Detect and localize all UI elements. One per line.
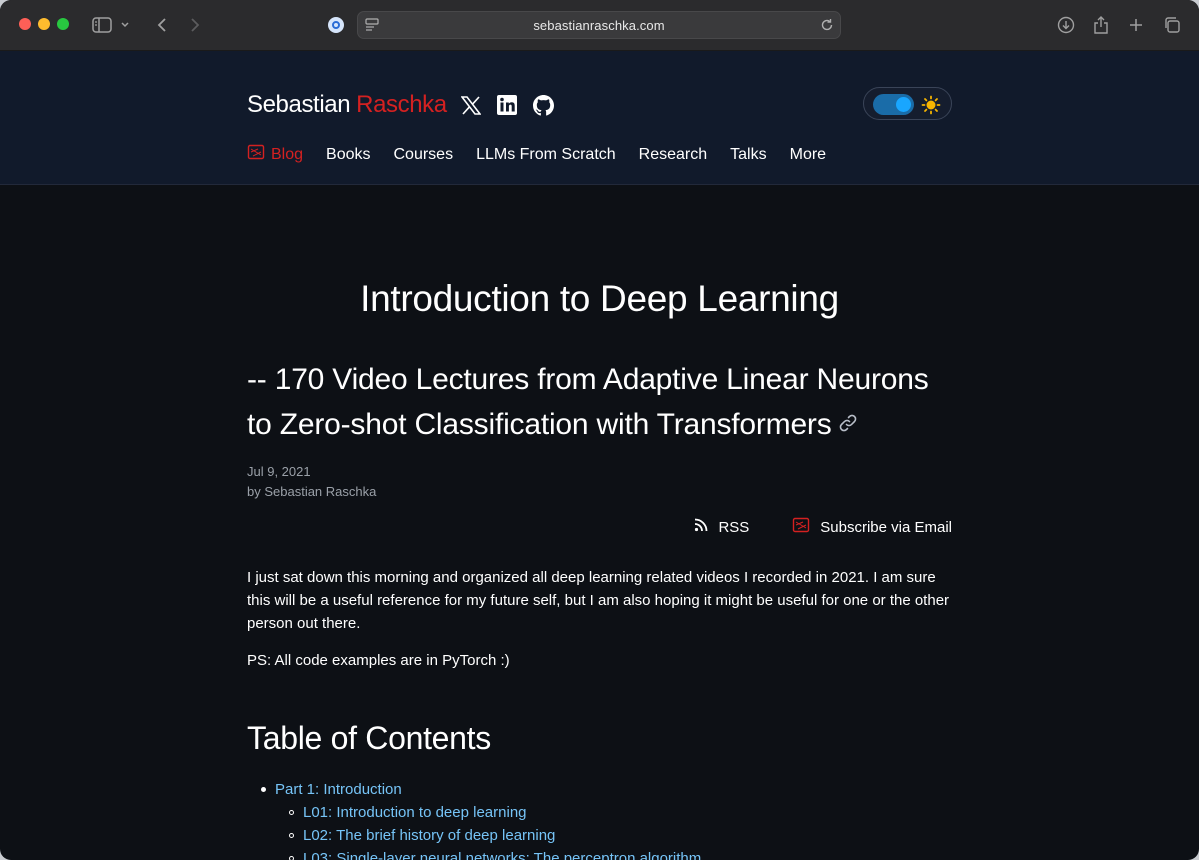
password-manager-icon[interactable] — [328, 17, 344, 33]
toc-link-part-1[interactable]: Part 1: Introduction — [275, 781, 402, 798]
downloads-icon[interactable] — [1054, 13, 1078, 37]
x-icon[interactable] — [460, 94, 482, 116]
toc-link-l02[interactable]: L02: The brief history of deep learning — [303, 827, 555, 844]
ps-paragraph: PS: All code examples are in PyTorch :) — [247, 652, 510, 669]
back-icon[interactable] — [150, 13, 174, 37]
linkedin-icon[interactable] — [496, 94, 518, 116]
post-date: Jul 9, 2021 — [247, 464, 311, 479]
post-meta: Jul 9, 2021 by Sebastian Raschka — [247, 462, 376, 502]
table-of-contents: Part 1: Introduction L01: Introduction t… — [261, 778, 701, 860]
nav-item-llms-from-scratch[interactable]: LLMs From Scratch — [476, 146, 616, 164]
share-icon[interactable] — [1089, 13, 1113, 37]
main-nav: Blog Books Courses LLMs From Scratch Res… — [247, 143, 849, 166]
post-author: by Sebastian Raschka — [247, 484, 377, 499]
theme-toggle[interactable] — [863, 87, 952, 120]
browser-window: sebastianraschka.com Sebastian Raschka B… — [0, 0, 1199, 860]
nav-item-label: Blog — [271, 145, 304, 163]
toc-item: L01: Introduction to deep learning — [289, 801, 701, 824]
reload-icon[interactable] — [820, 18, 834, 37]
tab-overview-icon[interactable] — [1160, 13, 1184, 37]
url-text: sebastianraschka.com — [533, 18, 665, 33]
newsletter-icon — [792, 516, 810, 538]
nav-item-research[interactable]: Research — [639, 146, 707, 164]
subscribe-email-link[interactable]: Subscribe via Email — [792, 516, 952, 538]
rss-icon — [694, 518, 708, 536]
sun-icon — [921, 95, 941, 115]
browser-toolbar: sebastianraschka.com — [0, 0, 1199, 51]
site-brand[interactable]: Sebastian Raschka — [247, 91, 447, 119]
page-title: Introduction to Deep Learning — [360, 278, 839, 319]
rss-label: RSS — [718, 518, 750, 536]
toc-item: Part 1: Introduction — [261, 778, 701, 801]
sidebar-toggle-icon[interactable] — [90, 13, 114, 37]
nav-item-talks[interactable]: Talks — [730, 146, 766, 164]
intro-paragraph: I just sat down this morning and organiz… — [247, 569, 950, 632]
toc-link-l03[interactable]: L03: Single-layer neural networks: The p… — [303, 850, 701, 860]
rss-link[interactable]: RSS — [694, 518, 749, 536]
subtitle-text: -- 170 Video Lectures from Adaptive Line… — [247, 363, 929, 441]
link-icon[interactable] — [838, 401, 858, 446]
nav-item-more[interactable]: More — [790, 146, 826, 164]
toc-item: L03: Single-layer neural networks: The p… — [289, 847, 701, 860]
maximize-window-button[interactable] — [57, 18, 69, 30]
theme-switch[interactable] — [873, 94, 914, 115]
nav-item-blog[interactable]: Blog — [247, 143, 303, 166]
nav-item-books[interactable]: Books — [326, 146, 370, 164]
brand-first-name: Sebastian — [247, 91, 351, 118]
subscribe-links: RSS Subscribe via Email — [694, 516, 952, 538]
site-header: Sebastian Raschka Blog Books Courses LLM… — [0, 51, 1199, 185]
minimize-window-button[interactable] — [38, 18, 50, 30]
new-tab-icon[interactable] — [1124, 13, 1148, 37]
github-icon[interactable] — [532, 94, 554, 116]
close-window-button[interactable] — [19, 18, 31, 30]
blog-icon — [247, 143, 265, 166]
nav-item-courses[interactable]: Courses — [394, 146, 454, 164]
brand-last-name: Raschka — [356, 91, 447, 118]
chevron-down-icon[interactable] — [118, 13, 132, 37]
toc-item: L02: The brief history of deep learning — [289, 824, 701, 847]
subscribe-label: Subscribe via Email — [820, 518, 952, 536]
toc-heading: Table of Contents — [247, 720, 491, 756]
page-subtitle: -- 170 Video Lectures from Adaptive Line… — [247, 357, 952, 449]
address-bar[interactable]: sebastianraschka.com — [357, 11, 841, 39]
toc-link-l01[interactable]: L01: Introduction to deep learning — [303, 804, 527, 821]
forward-icon[interactable] — [183, 13, 207, 37]
